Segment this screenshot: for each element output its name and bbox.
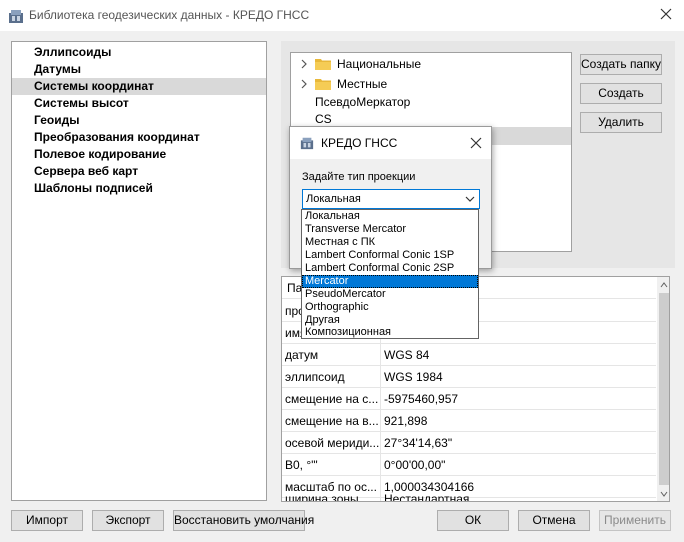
delete-button[interactable]: Удалить [580, 112, 662, 133]
tree-node-label: ПсевдоМеркатор [315, 95, 411, 109]
property-name: B0, °'" [282, 454, 381, 476]
projection-type-select[interactable]: Локальная [302, 189, 480, 209]
library-app-icon [9, 10, 23, 23]
tree-node-national[interactable]: Национальные [291, 55, 571, 73]
property-name: смещение на в... [282, 410, 381, 432]
sidebar-item-label-templates[interactable]: Шаблоны подписей [12, 180, 266, 197]
property-value[interactable]: WGS 1984 [381, 366, 656, 388]
property-name: осевой мериди... [282, 432, 381, 454]
chevron-down-icon[interactable] [465, 195, 475, 203]
folder-icon [315, 79, 331, 90]
category-list: Эллипсоиды Датумы Системы координат Сист… [11, 41, 267, 501]
property-name: смещение на с... [282, 388, 381, 410]
property-value[interactable]: -5975460,957 [381, 388, 656, 410]
property-value[interactable]: WGS 84 [381, 344, 656, 366]
sidebar-item-web-map-servers[interactable]: Сервера веб карт [12, 163, 266, 180]
property-row[interactable]: смещение на в... 921,898 [282, 410, 656, 432]
property-row[interactable]: смещение на с... -5975460,957 [282, 388, 656, 410]
sidebar-item-ellipsoids[interactable]: Эллипсоиды [12, 44, 266, 61]
property-value[interactable]: 921,898 [381, 410, 656, 432]
scroll-up-icon[interactable] [660, 281, 668, 289]
projection-type-options[interactable]: Локальная Transverse Mercator Местная с … [301, 209, 479, 339]
chevron-right-icon[interactable] [299, 79, 309, 89]
property-name: датум [282, 344, 381, 366]
property-row[interactable]: ширина зоны Нестандартная [282, 488, 656, 501]
sidebar-item-datums[interactable]: Датумы [12, 61, 266, 78]
close-icon[interactable] [470, 137, 482, 149]
sidebar-item-transformations[interactable]: Преобразования координат [12, 129, 266, 146]
import-button[interactable]: Импорт [11, 510, 83, 531]
scrollbar-thumb[interactable] [659, 293, 669, 485]
property-row[interactable]: осевой мериди... 27°34'14,63" [282, 432, 656, 454]
sidebar-item-height-systems[interactable]: Системы высот [12, 95, 266, 112]
cancel-button[interactable]: Отмена [518, 510, 590, 531]
create-button[interactable]: Создать [580, 83, 662, 104]
dialog-title-bar: КРЕДО ГНСС [290, 127, 491, 159]
create-folder-button[interactable]: Создать папку [580, 54, 662, 75]
property-value[interactable]: 27°34'14,63" [381, 432, 656, 454]
apply-button[interactable]: Применить [599, 510, 671, 531]
property-row[interactable]: эллипсоид WGS 1984 [282, 366, 656, 388]
option-lcc-2sp[interactable]: Lambert Conformal Conic 2SP [302, 262, 478, 275]
title-bar: Библиотека геодезических данных - КРЕДО … [0, 0, 684, 31]
option-local-pk[interactable]: Местная с ПК [302, 236, 478, 249]
sidebar-item-field-coding[interactable]: Полевое кодирование [12, 146, 266, 163]
sidebar-item-geoids[interactable]: Геоиды [12, 112, 266, 129]
tree-node-pseudomercator[interactable]: ПсевдоМеркатор [291, 93, 571, 111]
tree-node-local[interactable]: Местные [291, 75, 571, 93]
chevron-right-icon[interactable] [299, 59, 309, 69]
option-pseudomercator[interactable]: PseudoMercator [302, 288, 478, 301]
window-title: Библиотека геодезических данных - КРЕДО … [29, 8, 310, 22]
property-row[interactable]: B0, °'" 0°00'00,00" [282, 454, 656, 476]
scroll-down-icon[interactable] [660, 490, 668, 498]
property-name: ширина зоны [282, 488, 381, 501]
dialog-prompt: Задайте тип проекции [302, 171, 416, 183]
restore-defaults-button[interactable]: Восстановить умолчания [173, 510, 314, 531]
close-icon[interactable] [658, 6, 674, 22]
option-lcc-1sp[interactable]: Lambert Conformal Conic 1SP [302, 249, 478, 262]
select-value: Локальная [306, 193, 361, 205]
property-row[interactable]: датум WGS 84 [282, 344, 656, 366]
sidebar-item-coordinate-systems[interactable]: Системы координат [12, 78, 266, 95]
tree-node-label: Местные [337, 77, 388, 91]
option-local[interactable]: Локальная [302, 210, 478, 223]
option-mercator[interactable]: Mercator [302, 275, 478, 288]
option-orthographic[interactable]: Orthographic [302, 301, 478, 314]
properties-scrollbar[interactable] [657, 277, 669, 501]
option-transverse-mercator[interactable]: Transverse Mercator [302, 223, 478, 236]
dialog-title: КРЕДО ГНСС [321, 136, 398, 150]
library-app-icon [300, 137, 314, 150]
ok-button[interactable]: ОК [437, 510, 509, 531]
property-name: эллипсоид [282, 366, 381, 388]
tree-node-label: Национальные [337, 57, 422, 71]
export-button[interactable]: Экспорт [92, 510, 164, 531]
folder-icon [315, 59, 331, 70]
property-value[interactable]: 0°00'00,00" [381, 454, 656, 476]
option-compositional[interactable]: Композиционная [302, 326, 478, 339]
property-value[interactable]: Нестандартная [381, 488, 656, 501]
